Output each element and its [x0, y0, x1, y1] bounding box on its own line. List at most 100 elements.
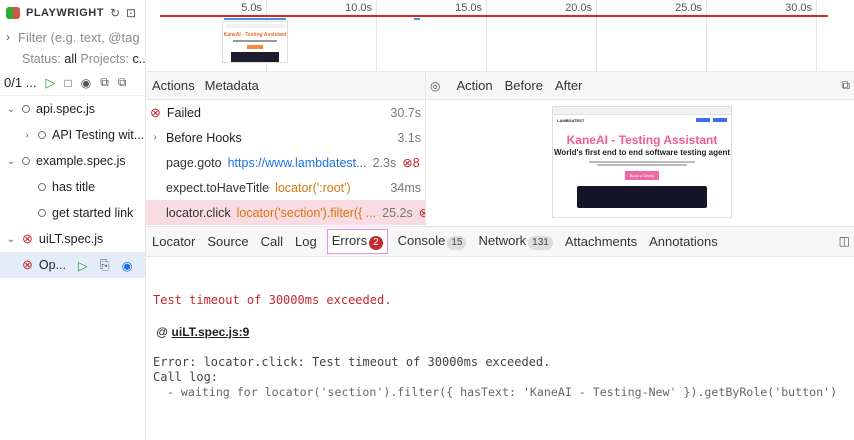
reload-icon[interactable]: ↻ — [110, 6, 120, 20]
action-argument: locator('section').filter({ ... — [236, 205, 377, 220]
tab-locator[interactable]: Locator — [150, 234, 197, 249]
timeline-gridline — [376, 0, 377, 72]
tab-source[interactable]: Source — [205, 234, 250, 249]
error-count: ⊗1 — [419, 205, 425, 220]
error-icon: ⊗ — [402, 156, 413, 170]
action-argument: locator(':root') — [275, 180, 351, 195]
tab-label: Attachments — [564, 234, 638, 249]
action-argument: https://www.lambdatest... — [227, 155, 367, 170]
open-external-icon[interactable]: ⧉ — [841, 78, 850, 93]
expand-all-icon[interactable]: ⧉ — [118, 75, 127, 90]
actions-panel: Actions Metadata ⊗ Failed 30.7s › Before… — [146, 72, 426, 226]
stop-icon[interactable]: □ — [65, 76, 72, 90]
not-run-icon — [22, 157, 30, 165]
tab-action[interactable]: Action — [454, 78, 494, 93]
action-row-before-hooks[interactable]: › Before Hooks 3.1s — [146, 125, 425, 150]
action-label: Failed — [166, 105, 201, 120]
tree-item[interactable]: ⌄ example.spec.js — [0, 148, 145, 174]
tab-label: Call — [260, 234, 283, 249]
thumb-title: KaneAI - Testing Assistant — [223, 32, 287, 38]
action-row-expect[interactable]: expect.toHaveTitle locator(':root') 34ms — [146, 175, 425, 200]
actions-tabs: Actions Metadata — [146, 72, 425, 100]
location-prefix: @ — [156, 325, 169, 339]
tree-item[interactable]: ⊗ Op... ▷ ⎘ ◉ — [0, 252, 145, 278]
action-duration: 30.7s — [390, 105, 421, 120]
sidebar-toggle-icon[interactable]: ◫ — [839, 234, 850, 248]
test-tree: ⌄ api.spec.js › API Testing wit... ⌄ example.… — [0, 96, 145, 278]
show-source-icon[interactable]: ⎘ — [100, 258, 110, 273]
tree-item-label: api.spec.js — [36, 102, 96, 116]
chevron-right-icon[interactable]: › — [22, 130, 32, 141]
tree-item[interactable]: ⌄ api.spec.js — [0, 96, 145, 122]
tree-item-label: get started link — [52, 206, 134, 220]
action-duration: 25.2s — [382, 205, 413, 220]
filter-row[interactable]: › Filter (e.g. text, @tag — [0, 26, 145, 48]
call-log-label: Call log: — [153, 370, 219, 384]
timeline-tick-label: 25.0s — [675, 2, 702, 14]
tab-label: Locator — [152, 234, 196, 249]
tab-errors[interactable]: Errors 2 — [326, 229, 388, 254]
tab-call[interactable]: Call — [259, 234, 285, 249]
watch-icon[interactable]: ◉ — [122, 258, 133, 273]
chevron-right-icon[interactable]: › — [150, 132, 160, 143]
not-run-icon — [38, 131, 46, 139]
tab-label: Annotations — [649, 234, 718, 249]
action-row-failed[interactable]: ⊗ Failed 30.7s — [146, 100, 425, 125]
chevron-down-icon[interactable]: ⌄ — [6, 104, 16, 115]
run-icon[interactable]: ▷ — [78, 258, 88, 273]
page-snapshot[interactable]: LAMBDATEST KaneAI - Testing Assistant Wo… — [552, 106, 732, 218]
snapshot-panel: ◎ Action Before After ⧉ LAMBDATEST KaneA… — [426, 72, 854, 226]
chevron-down-icon[interactable]: ⌄ — [6, 234, 16, 245]
tree-item-label: API Testing wit... — [52, 128, 145, 142]
snapshot-subtitle: World's first end to end software testin… — [554, 148, 730, 157]
status-label: Status: — [22, 52, 61, 66]
tree-item-label: example.spec.js — [36, 154, 126, 168]
tab-label: Log — [294, 234, 317, 249]
run-all-icon[interactable]: ▷ — [46, 75, 56, 91]
sidebar-header: PLAYWRIGHT ↻ ⊡ — [0, 0, 145, 26]
error-count-value: 8 — [412, 156, 420, 170]
failed-icon: ⊗ — [150, 104, 161, 120]
tab-label: Source — [207, 234, 249, 249]
timeline-thumbnail[interactable]: KaneAI - Testing Assistant — [222, 21, 288, 63]
timeline-tick-label: 15.0s — [455, 2, 482, 14]
tab-attachments[interactable]: Attachments — [563, 234, 639, 249]
tab-log[interactable]: Log — [293, 234, 319, 249]
status-value[interactable]: all — [64, 52, 77, 66]
not-run-icon — [38, 209, 46, 217]
tree-item[interactable]: has title — [0, 174, 145, 200]
tab-annotations[interactable]: Annotations — [647, 234, 720, 249]
tree-item[interactable]: ⌄ ⊗ uiLT.spec.js — [0, 226, 145, 252]
tree-item[interactable]: › API Testing wit... — [0, 122, 145, 148]
not-run-icon — [22, 105, 30, 113]
error-location-link[interactable]: uiLT.spec.js:9 — [172, 325, 250, 339]
action-function: locator.click — [166, 205, 231, 220]
target-icon[interactable]: ◎ — [430, 79, 440, 93]
tab-label: Errors — [331, 233, 368, 248]
terminal-icon[interactable]: ⊡ — [126, 6, 136, 20]
tab-actions[interactable]: Actions — [150, 78, 197, 93]
watch-icon[interactable]: ◉ — [81, 76, 91, 90]
action-duration: 3.1s — [397, 130, 421, 145]
tab-metadata[interactable]: Metadata — [203, 78, 261, 93]
timeline-action-bar — [224, 18, 286, 20]
projects-value[interactable]: c... — [133, 52, 145, 66]
filter-status[interactable]: Status: all Projects: c... — [0, 48, 145, 70]
not-run-icon — [38, 183, 46, 191]
tab-network[interactable]: Network 131 — [476, 233, 554, 250]
chevron-right-icon[interactable]: › — [6, 30, 10, 44]
filter-input[interactable]: Filter (e.g. text, @tag — [18, 30, 140, 45]
tab-after[interactable]: After — [553, 78, 584, 93]
tree-item[interactable]: get started link — [0, 200, 145, 226]
timeline[interactable]: 5.0s 10.0s 15.0s 20.0s 25.0s 30.0s KaneAI - T… — [146, 0, 854, 72]
brand-title: PLAYWRIGHT — [26, 7, 104, 19]
action-row-page-goto[interactable]: page.goto https://www.lambdatest... 2.3s… — [146, 150, 425, 175]
chevron-down-icon[interactable]: ⌄ — [6, 156, 16, 167]
tab-console[interactable]: Console 15 — [396, 233, 469, 250]
timeline-tick-label: 5.0s — [241, 2, 262, 14]
action-row-locator-click[interactable]: locator.click locator('section').filter(… — [146, 200, 425, 225]
tab-before[interactable]: Before — [503, 78, 545, 93]
timeline-tick-label: 20.0s — [565, 2, 592, 14]
timeline-gridline — [596, 0, 597, 72]
collapse-all-icon[interactable]: ⧉ — [100, 75, 109, 90]
